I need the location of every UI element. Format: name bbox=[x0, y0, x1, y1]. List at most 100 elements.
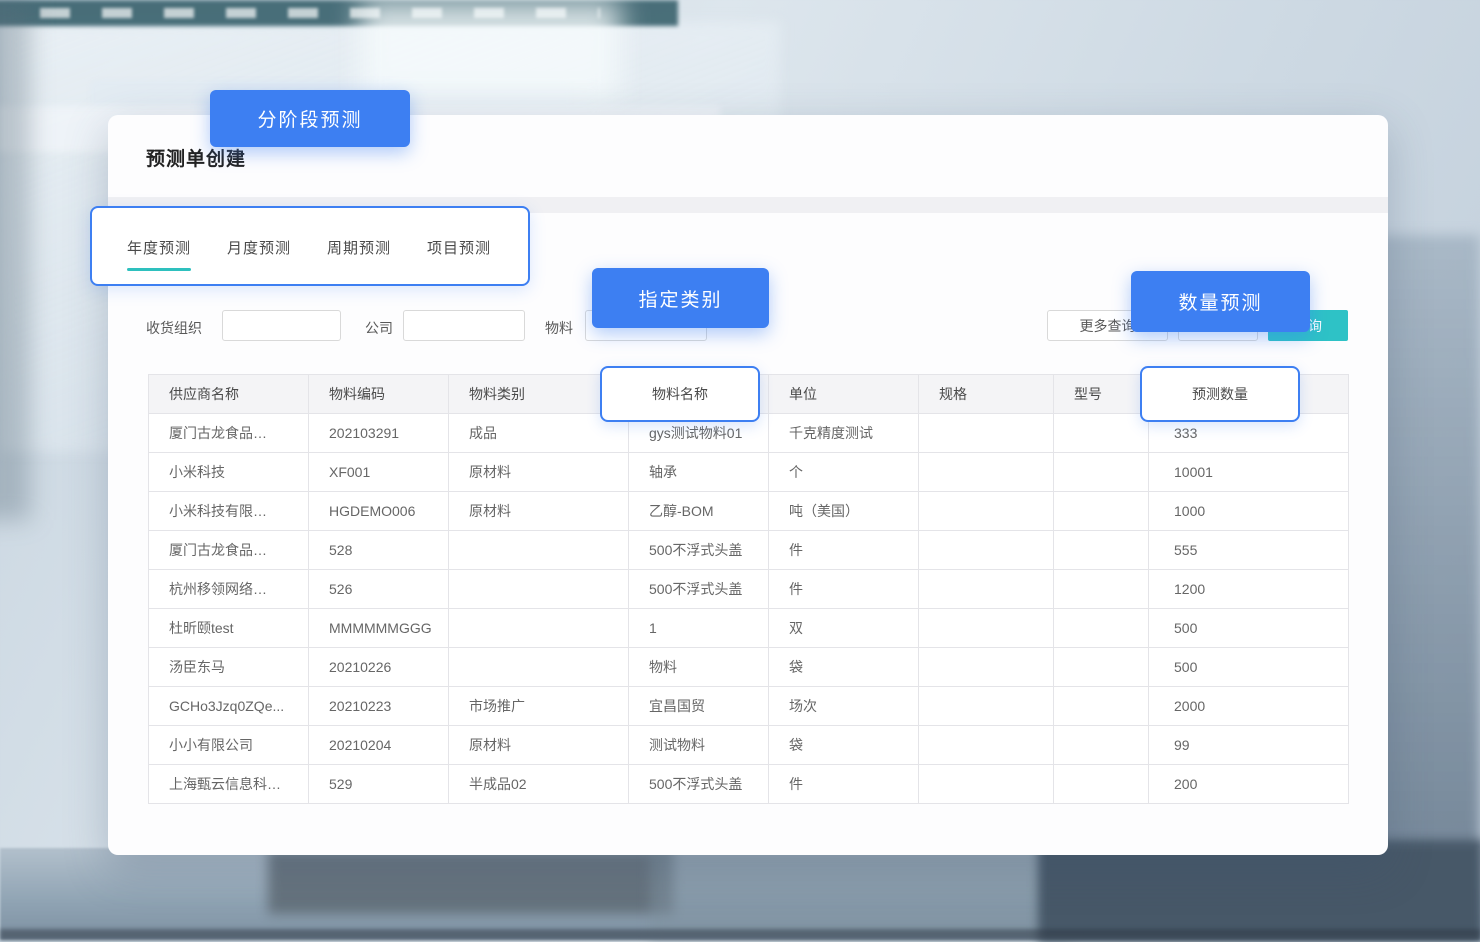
table-cell: 双 bbox=[769, 609, 919, 648]
table-cell: 500不浮式头盖 bbox=[629, 531, 769, 570]
background-menu-bar bbox=[0, 0, 678, 26]
table-cell: 2000 bbox=[1149, 687, 1349, 726]
column-header-5: 单位 bbox=[769, 375, 919, 414]
table-cell: XF001 bbox=[309, 453, 449, 492]
table-cell bbox=[919, 531, 1054, 570]
table-cell: 20210226 bbox=[309, 648, 449, 687]
table-cell: 1000 bbox=[1149, 492, 1349, 531]
specify-category-badge: 指定类别 bbox=[592, 268, 769, 328]
table-cell: 件 bbox=[769, 531, 919, 570]
table-row[interactable]: 小小有限公司20210204原材料测试物料袋99 bbox=[149, 726, 1349, 765]
tab-4[interactable]: 项目预测 bbox=[427, 237, 491, 271]
table-cell bbox=[1054, 726, 1149, 765]
material-name-column-callout: 物料名称 bbox=[600, 366, 760, 422]
forecast-qty-column-callout: 预测数量 bbox=[1140, 366, 1300, 422]
company-label: 公司 bbox=[365, 318, 393, 338]
table-cell bbox=[1054, 570, 1149, 609]
table-cell: 20210223 bbox=[309, 687, 449, 726]
table-cell: 乙醇-BOM bbox=[629, 492, 769, 531]
table-cell bbox=[919, 414, 1054, 453]
background-screen-bezel bbox=[0, 0, 30, 520]
background-bottom-edge bbox=[0, 929, 1480, 940]
table-cell: GCHo3Jzq0ZQe... bbox=[149, 687, 309, 726]
table-row[interactable]: 小米科技有限…HGDEMO006原材料乙醇-BOM吨（美国） 1000 bbox=[149, 492, 1349, 531]
page-title: 预测单创建 bbox=[146, 144, 246, 171]
table-row[interactable]: 杜昕颐testMMMMMMGGG 1双 500 bbox=[149, 609, 1349, 648]
table-cell: 场次 bbox=[769, 687, 919, 726]
table-cell: HGDEMO006 bbox=[309, 492, 449, 531]
table-cell: 原材料 bbox=[449, 492, 629, 531]
table-cell: 件 bbox=[769, 765, 919, 804]
table-cell: 1200 bbox=[1149, 570, 1349, 609]
table-cell: 袋 bbox=[769, 648, 919, 687]
table-cell: 529 bbox=[309, 765, 449, 804]
table-cell: MMMMMMGGG bbox=[309, 609, 449, 648]
column-header-7: 型号 bbox=[1054, 375, 1149, 414]
table-cell bbox=[449, 570, 629, 609]
table-cell: 半成品02 bbox=[449, 765, 629, 804]
tab-1[interactable]: 年度预测 bbox=[127, 237, 191, 271]
background-menu-items bbox=[40, 8, 600, 18]
table-cell: 杜昕颐test bbox=[149, 609, 309, 648]
table-cell: 小米科技有限… bbox=[149, 492, 309, 531]
table-cell: 20210204 bbox=[309, 726, 449, 765]
tab-3[interactable]: 周期预测 bbox=[327, 237, 391, 271]
table-cell: 汤臣东马 bbox=[149, 648, 309, 687]
table-cell: 杭州移领网络… bbox=[149, 570, 309, 609]
forecast-tabs-callout: 年度预测 月度预测 周期预测 项目预测 bbox=[90, 206, 530, 286]
table-cell: 528 bbox=[309, 531, 449, 570]
table-cell bbox=[919, 687, 1054, 726]
table-cell bbox=[1054, 492, 1149, 531]
column-header-1: 供应商名称 bbox=[149, 375, 309, 414]
table-cell: 市场推广 bbox=[449, 687, 629, 726]
staged-forecast-badge: 分阶段预测 bbox=[210, 90, 410, 147]
table-cell: 测试物料 bbox=[629, 726, 769, 765]
table-cell bbox=[1054, 453, 1149, 492]
table-cell bbox=[449, 609, 629, 648]
company-input[interactable] bbox=[403, 310, 525, 341]
material-label: 物料 bbox=[545, 318, 573, 338]
table-cell: 10001 bbox=[1149, 453, 1349, 492]
background-deck-mid bbox=[650, 850, 1070, 940]
table-cell: 原材料 bbox=[449, 453, 629, 492]
table-cell: 500 bbox=[1149, 609, 1349, 648]
table-cell bbox=[1054, 648, 1149, 687]
table-cell: 厦门古龙食品… bbox=[149, 531, 309, 570]
table-cell: 吨（美国） bbox=[769, 492, 919, 531]
forecast-table: 供应商名称物料编码物料类别物料名称单位规格型号预测数量 厦门古龙食品…20210… bbox=[148, 374, 1349, 804]
table-cell bbox=[1054, 609, 1149, 648]
table-cell: 千克精度测试 bbox=[769, 414, 919, 453]
table-cell: 件 bbox=[769, 570, 919, 609]
table-cell: 小米科技 bbox=[149, 453, 309, 492]
table-cell: 厦门古龙食品… bbox=[149, 414, 309, 453]
table-cell: 袋 bbox=[769, 726, 919, 765]
table-row[interactable]: GCHo3Jzq0ZQe...20210223市场推广宜昌国贸场次2000 bbox=[149, 687, 1349, 726]
receiving-org-input[interactable] bbox=[222, 310, 341, 341]
table-cell bbox=[919, 765, 1054, 804]
quantity-forecast-badge: 数量预测 bbox=[1131, 271, 1310, 332]
table-row[interactable]: 厦门古龙食品…528500不浮式头盖件555 bbox=[149, 531, 1349, 570]
table-cell: 202103291 bbox=[309, 414, 449, 453]
table-cell bbox=[919, 570, 1054, 609]
tab-2[interactable]: 月度预测 bbox=[227, 237, 291, 271]
table-cell bbox=[1054, 687, 1149, 726]
table-row[interactable]: 汤臣东马20210226物料袋500 bbox=[149, 648, 1349, 687]
table-cell: 上海甄云信息科… bbox=[149, 765, 309, 804]
table-cell: 526 bbox=[309, 570, 449, 609]
table-cell: 500不浮式头盖 bbox=[629, 765, 769, 804]
table-cell: 1 bbox=[629, 609, 769, 648]
column-header-6: 规格 bbox=[919, 375, 1054, 414]
table-row[interactable]: 小米科技XF001原材料轴承个10001 bbox=[149, 453, 1349, 492]
table-cell: 99 bbox=[1149, 726, 1349, 765]
table-cell bbox=[1054, 765, 1149, 804]
background-deck-shadow bbox=[268, 850, 673, 914]
table-cell: 500不浮式头盖 bbox=[629, 570, 769, 609]
table-cell: 500 bbox=[1149, 648, 1349, 687]
column-header-2: 物料编码 bbox=[309, 375, 449, 414]
table-row[interactable]: 上海甄云信息科…529半成品02500不浮式头盖件200 bbox=[149, 765, 1349, 804]
table-cell bbox=[1054, 414, 1149, 453]
table-body: 厦门古龙食品…202103291成品gys测试物料01千克精度测试333小米科技… bbox=[149, 414, 1349, 804]
background-corner-shadow bbox=[1038, 840, 1480, 942]
table-cell: 轴承 bbox=[629, 453, 769, 492]
table-row[interactable]: 杭州移领网络…526 500不浮式头盖件 1200 bbox=[149, 570, 1349, 609]
